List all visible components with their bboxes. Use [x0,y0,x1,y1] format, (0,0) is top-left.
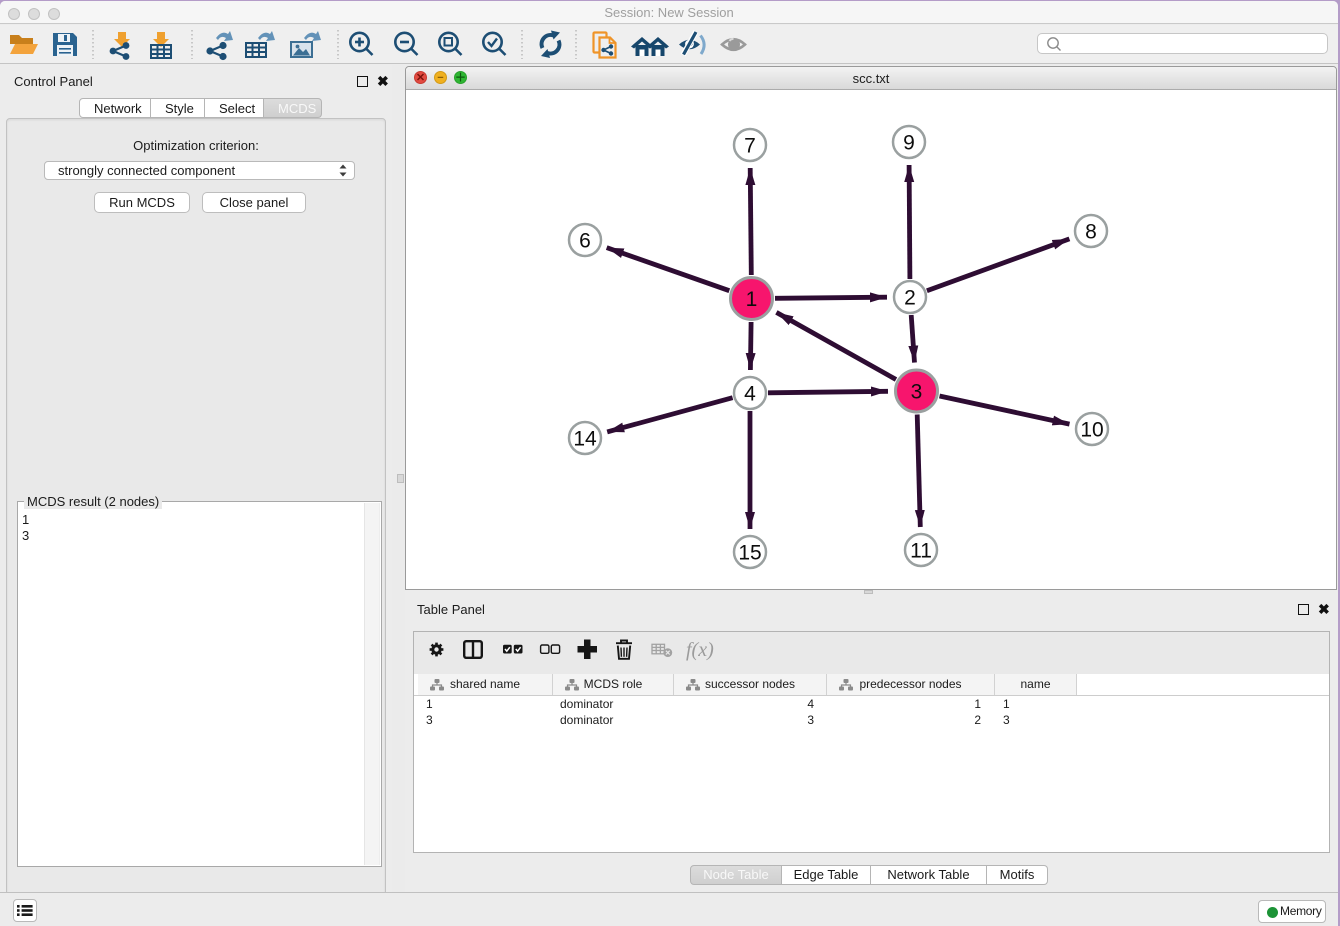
svg-text:f(x): f(x) [686,639,714,661]
svg-text:14: 14 [573,428,597,451]
svg-text:6: 6 [579,230,591,253]
svg-text:8: 8 [1085,221,1097,244]
svg-text:10: 10 [1080,419,1103,442]
svg-text:7: 7 [744,135,756,158]
svg-text:9: 9 [903,132,915,155]
svg-text:2: 2 [904,287,916,310]
svg-text:1: 1 [746,288,758,311]
svg-text:11: 11 [910,540,932,563]
svg-text:15: 15 [738,542,761,565]
svg-text:3: 3 [911,381,923,404]
svg-text:4: 4 [744,383,756,406]
